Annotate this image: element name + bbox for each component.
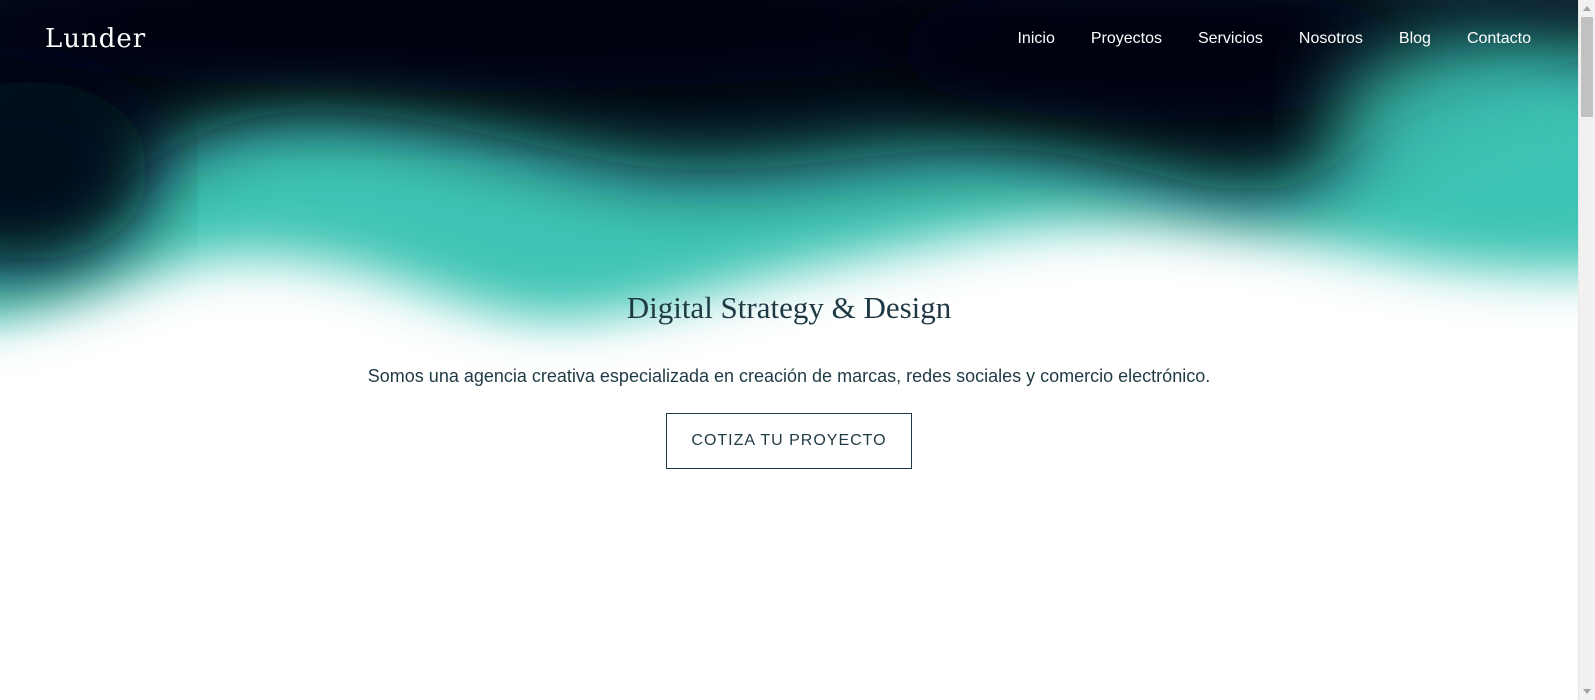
nav-item-contacto: Contacto: [1467, 30, 1531, 48]
vertical-scrollbar[interactable]: [1578, 0, 1595, 700]
brand-logo[interactable]: Lunder: [45, 24, 146, 54]
hero-title: Digital Strategy & Design: [626, 290, 952, 325]
nav-item-nosotros: Nosotros: [1299, 30, 1363, 48]
scroll-up-arrow-icon[interactable]: [1583, 6, 1591, 11]
scrollbar-thumb[interactable]: [1581, 17, 1593, 117]
hero-subtitle: Somos una agencia creativa especializada…: [367, 366, 1211, 386]
nav-item-proyectos: Proyectos: [1091, 30, 1162, 48]
scroll-down-arrow-icon[interactable]: [1583, 689, 1591, 694]
nav-link-blog[interactable]: Blog: [1399, 30, 1431, 47]
quote-project-button[interactable]: COTIZA TU PROYECTO: [666, 413, 912, 469]
main-navigation: Inicio Proyectos Servicios Nosotros Blog…: [1017, 30, 1531, 48]
site-header: Lunder Inicio Proyectos Servicios Nosotr…: [0, 0, 1578, 80]
nav-link-proyectos[interactable]: Proyectos: [1091, 30, 1162, 47]
nav-item-servicios: Servicios: [1198, 30, 1263, 48]
page-viewport: Lunder Inicio Proyectos Servicios Nosotr…: [0, 0, 1578, 700]
nav-link-servicios[interactable]: Servicios: [1198, 30, 1263, 47]
hero-content: Digital Strategy & Design Somos una agen…: [0, 290, 1578, 469]
nav-link-nosotros[interactable]: Nosotros: [1299, 30, 1363, 47]
nav-link-inicio[interactable]: Inicio: [1017, 30, 1054, 47]
nav-item-blog: Blog: [1399, 30, 1431, 48]
nav-link-contacto[interactable]: Contacto: [1467, 30, 1531, 47]
nav-item-inicio: Inicio: [1017, 30, 1054, 48]
